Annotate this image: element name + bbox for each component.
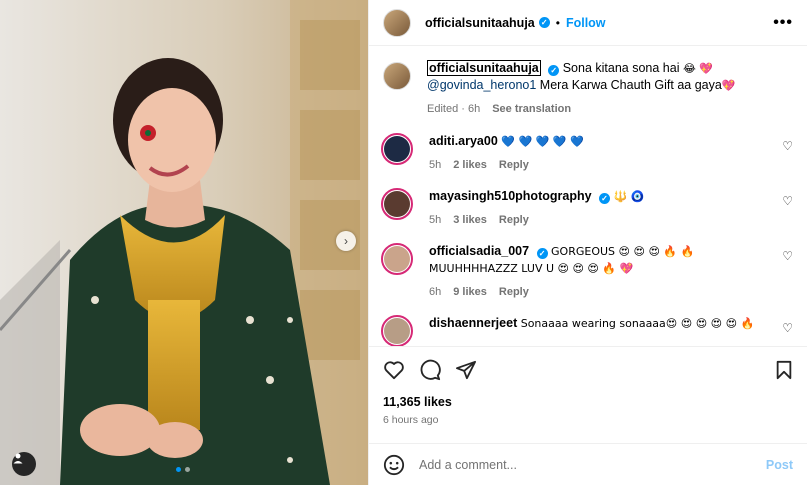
- comment-row: officialsadia_007 ✓ GORGEOUS 😍 😍 😍 🔥 🔥 M…: [381, 243, 793, 300]
- comment-username[interactable]: officialsadia_007: [429, 244, 529, 258]
- heart-icon[interactable]: ♡: [782, 194, 793, 208]
- commenter-avatar[interactable]: [381, 188, 413, 220]
- post-media[interactable]: ›: [0, 0, 368, 485]
- next-photo-button[interactable]: ›: [336, 231, 356, 251]
- comment-time: 6h: [429, 286, 442, 298]
- comment-composer: Add a comment... Post: [369, 443, 807, 485]
- commenter-avatar[interactable]: [381, 315, 413, 346]
- caption-text: Sona kitana sona hai: [562, 61, 680, 75]
- heart-icon[interactable]: ♡: [782, 249, 793, 263]
- heart-icon[interactable]: ♡: [782, 321, 793, 335]
- caption-username[interactable]: officialsunitaahuja: [427, 60, 541, 76]
- comment-text-line-2: MUUHHHHAZZZ LUV U 😍 😍 😍 🔥 💖: [429, 262, 634, 275]
- author-avatar[interactable]: [383, 8, 411, 37]
- carousel-indicator: [176, 467, 190, 472]
- comment-row: mayasingh510photography ✓ 🔱 🧿 5h 3 likes…: [381, 188, 793, 228]
- header-separator: •: [555, 15, 560, 30]
- comment-meta: 5h 3 likes Reply: [429, 212, 767, 228]
- action-bar: [383, 359, 793, 381]
- caption-meta: Edited · 6h See translation: [427, 101, 767, 117]
- verified-badge-icon: ✓: [599, 193, 611, 204]
- heart-icon[interactable]: ♡: [782, 139, 793, 153]
- comment-text: 💙 💙 💙 💙 💙: [501, 135, 584, 148]
- comments-list[interactable]: officialsunitaahuja ✓ Sona kitana sona h…: [369, 46, 807, 346]
- reply-button[interactable]: Reply: [499, 157, 529, 173]
- caption-text-2: Mera Karwa Chauth Gift aa gaya: [539, 78, 722, 92]
- like-count[interactable]: 11,365 likes: [383, 395, 793, 409]
- heart-icon[interactable]: [383, 360, 405, 380]
- verified-badge-icon: ✓: [536, 248, 548, 259]
- post-caption: officialsunitaahuja ✓ Sona kitana sona h…: [383, 60, 793, 117]
- post-header: officialsunitaahuja ✓ • Follow •••: [369, 0, 807, 46]
- comment-likes[interactable]: 9 likes: [453, 284, 487, 300]
- comment-time: 5h: [429, 159, 442, 171]
- caption-emoji: 😂 💖: [682, 62, 714, 75]
- chevron-right-icon: ›: [344, 234, 348, 248]
- comment-text: 🔱 🧿: [613, 190, 645, 203]
- comment-likes[interactable]: 2 likes: [453, 157, 487, 173]
- verified-badge-icon: ✓: [548, 65, 560, 76]
- comment-time: 5h: [429, 214, 442, 226]
- caption-mention[interactable]: @govinda_herono1: [427, 78, 536, 92]
- comment-text: Sonaaaa wearing sonaaaa😍 😍 😍 😍 😍 🔥: [520, 317, 755, 330]
- reply-button[interactable]: Reply: [499, 212, 529, 228]
- comment-input[interactable]: Add a comment...: [419, 458, 766, 472]
- comment-text: GORGEOUS 😍 😍 😍 🔥 🔥: [551, 245, 695, 258]
- see-translation-link[interactable]: See translation: [492, 101, 571, 117]
- commenter-avatar[interactable]: [381, 133, 413, 165]
- commenter-avatar[interactable]: [381, 243, 413, 275]
- caption-emoji-2: 💖: [721, 79, 736, 92]
- more-options-icon[interactable]: •••: [773, 14, 793, 32]
- comment-meta: 5h 2 likes Reply: [429, 157, 767, 173]
- reply-button[interactable]: Reply: [499, 284, 529, 300]
- comment-likes[interactable]: 3 likes: [453, 212, 487, 228]
- user-tag-icon: [13, 453, 23, 464]
- post-timestamp: 6 hours ago: [383, 414, 439, 426]
- comment-meta: 6h 9 likes Reply: [429, 284, 767, 300]
- comment-username[interactable]: aditi.arya00: [429, 134, 498, 148]
- comment-row: dishaennerjeet Sonaaaa wearing sonaaaa😍 …: [381, 315, 793, 346]
- follow-button[interactable]: Follow: [566, 16, 606, 30]
- post-modal: › officialsunitaahuja ✓ • Follow ••• off…: [0, 0, 807, 485]
- author-avatar[interactable]: [383, 62, 411, 90]
- comment-icon[interactable]: [419, 359, 441, 381]
- post-side-panel: officialsunitaahuja ✓ • Follow ••• offic…: [368, 0, 807, 485]
- emoji-icon[interactable]: [383, 454, 405, 476]
- comment-row: aditi.arya00 💙 💙 💙 💙 💙 5h 2 likes Reply …: [381, 133, 793, 173]
- bookmark-icon[interactable]: [775, 360, 793, 380]
- share-icon[interactable]: [455, 360, 477, 380]
- comment-username[interactable]: mayasingh510photography: [429, 189, 592, 203]
- post-actions: 11,365 likes 6 hours ago: [369, 346, 807, 426]
- author-username[interactable]: officialsunitaahuja: [425, 16, 535, 30]
- comment-username[interactable]: dishaennerjeet: [429, 316, 517, 330]
- post-comment-button[interactable]: Post: [766, 458, 793, 472]
- post-photo: [0, 0, 368, 485]
- carousel-dot: [185, 467, 190, 472]
- verified-badge-icon: ✓: [538, 17, 550, 28]
- carousel-dot-active: [176, 467, 181, 472]
- caption-timestamp: Edited · 6h: [427, 103, 481, 115]
- user-tags-button[interactable]: [12, 452, 36, 476]
